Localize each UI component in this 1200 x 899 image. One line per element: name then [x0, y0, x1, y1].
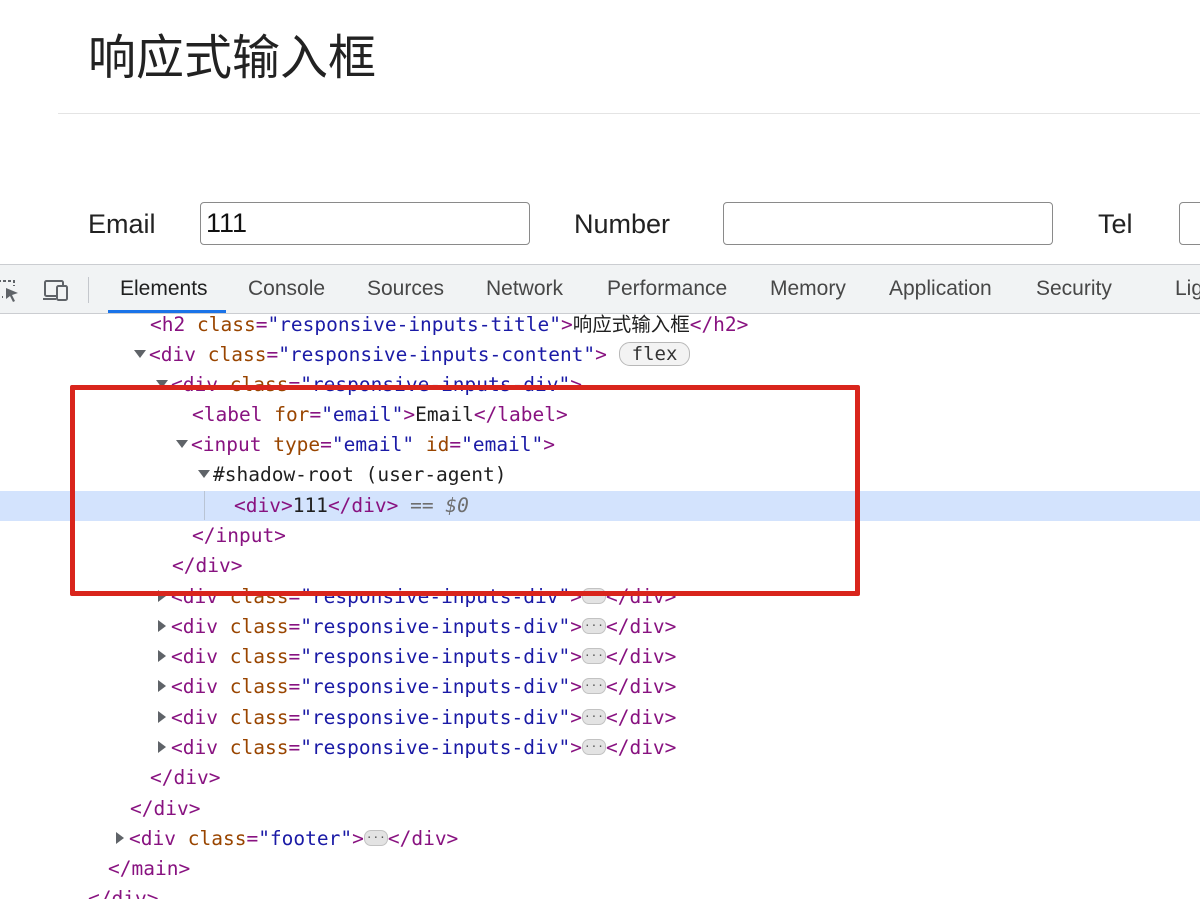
ellipsis-icon[interactable]: ···	[581, 677, 606, 694]
flex-badge[interactable]: flex	[618, 341, 691, 366]
dom-node-div-close[interactable]: </div>	[0, 794, 1200, 824]
expand-triangle-icon[interactable]	[158, 619, 166, 632]
ellipsis-icon[interactable]: ···	[581, 738, 606, 755]
dom-node-collapsed-div[interactable]: <div class="responsive-inputs-div"> ··· </…	[0, 733, 1200, 763]
email-input[interactable]: 111	[200, 202, 530, 245]
tab-performance[interactable]: Performance	[607, 265, 727, 313]
tab-security[interactable]: Security	[1036, 265, 1112, 313]
dom-node-collapsed-div[interactable]: <div class="responsive-inputs-div"> ··· </…	[0, 612, 1200, 642]
dom-node-h2[interactable]: <h2 class="responsive-inputs-title">响应式输…	[0, 314, 1200, 340]
tel-input[interactable]	[1179, 202, 1200, 245]
tab-network[interactable]: Network	[486, 265, 563, 313]
tab-lighthouse[interactable]: Lig	[1175, 265, 1200, 313]
ellipsis-icon[interactable]: ···	[581, 617, 606, 634]
dom-node-main-close[interactable]: </main>	[0, 854, 1200, 884]
dom-node-footer[interactable]: <div class="footer"> ··· </div>	[0, 824, 1200, 854]
dom-node-content-div[interactable]: <div class="responsive-inputs-content"> …	[0, 340, 1200, 370]
tab-application[interactable]: Application	[889, 265, 992, 313]
ellipsis-icon[interactable]: ···	[363, 829, 388, 846]
tab-elements[interactable]: Elements	[120, 265, 208, 313]
annotation-highlight-box	[70, 385, 860, 596]
ellipsis-icon[interactable]: ···	[581, 647, 606, 664]
title-divider	[58, 113, 1200, 114]
email-label: Email	[88, 209, 156, 239]
number-label: Number	[574, 209, 671, 239]
ellipsis-icon[interactable]: ···	[581, 708, 606, 725]
tel-label: Tel	[1098, 209, 1133, 239]
expand-triangle-icon[interactable]	[158, 649, 166, 662]
tab-console[interactable]: Console	[248, 265, 325, 313]
inspect-element-icon[interactable]	[0, 277, 22, 303]
tab-memory[interactable]: Memory	[770, 265, 846, 313]
dom-node-collapsed-div[interactable]: <div class="responsive-inputs-div"> ··· </…	[0, 672, 1200, 702]
dom-node-div-close[interactable]: </div>	[0, 884, 1200, 899]
dom-node-div-close[interactable]: </div>	[0, 763, 1200, 793]
toolbar-separator	[88, 277, 89, 303]
expand-triangle-icon[interactable]	[158, 679, 166, 692]
expand-triangle-icon[interactable]	[158, 710, 166, 723]
dom-node-collapsed-div[interactable]: <div class="responsive-inputs-div"> ··· </…	[0, 642, 1200, 672]
active-tab-indicator	[108, 310, 226, 313]
collapse-triangle-icon[interactable]	[134, 349, 146, 358]
dom-node-collapsed-div[interactable]: <div class="responsive-inputs-div"> ··· </…	[0, 703, 1200, 733]
page-title: 响应式输入框	[88, 30, 377, 86]
device-toolbar-icon[interactable]	[42, 277, 70, 303]
expand-triangle-icon[interactable]	[158, 740, 166, 753]
devtools-tab-bar: Elements Console Sources Network Perform…	[0, 264, 1200, 314]
tab-sources[interactable]: Sources	[367, 265, 444, 313]
number-input[interactable]	[723, 202, 1053, 245]
expand-triangle-icon[interactable]	[116, 831, 124, 844]
